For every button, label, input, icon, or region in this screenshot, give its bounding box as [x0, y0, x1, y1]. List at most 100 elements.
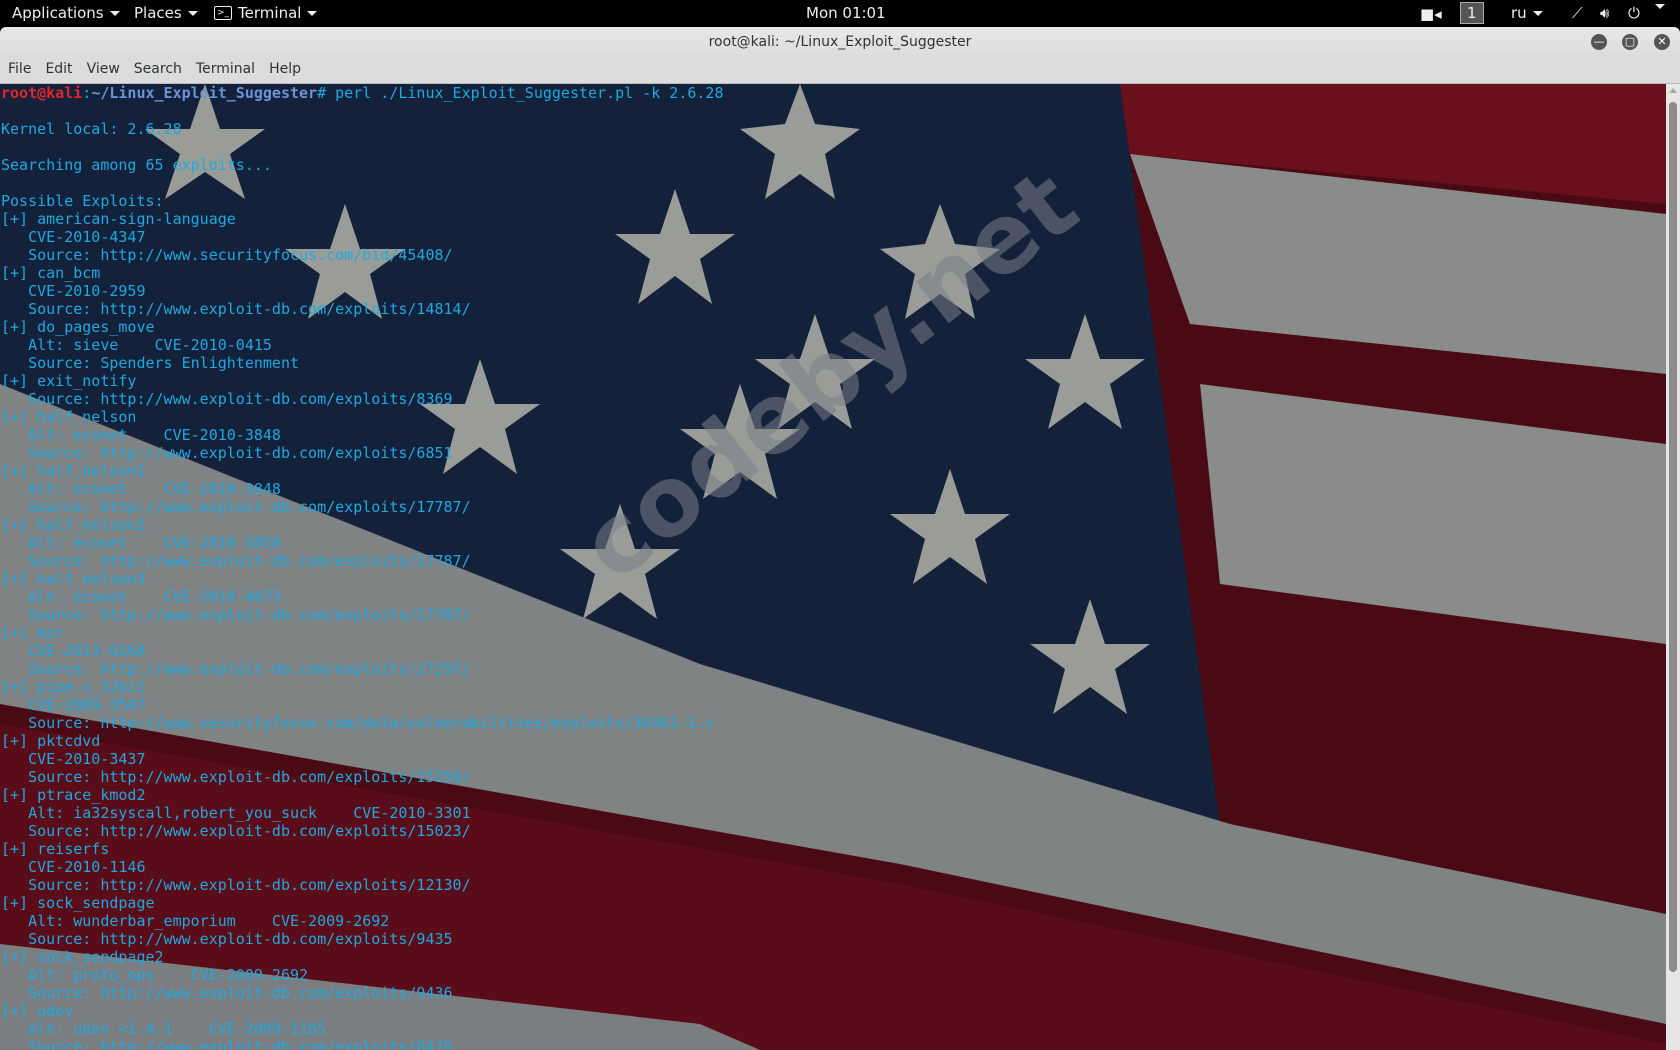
output-line: Source: http://www.exploit-db.com/exploi… — [1, 606, 471, 624]
menu-help[interactable]: Help — [269, 57, 309, 83]
menu-view[interactable]: View — [87, 57, 128, 83]
output-line: CVE-2010-3437 — [1, 750, 146, 768]
output-line: Source: http://www.exploit-db.com/exploi… — [1, 660, 471, 678]
output-line: [+] can_bcm — [1, 264, 101, 282]
prompt-sep: : — [82, 84, 92, 102]
network-wired-icon[interactable]: ⟋ — [1572, 4, 1583, 22]
output-line: [+] sock_sendpage — [1, 894, 155, 912]
volume-icon[interactable]: 🔊︎ — [1600, 4, 1609, 22]
output-line: [+] half_nelson3 — [1, 570, 146, 588]
output-line: CVE-2010-1146 — [1, 858, 146, 876]
menu-file[interactable]: File — [8, 57, 39, 83]
output-line: CVE-2010-4347 — [1, 228, 146, 246]
output-line: Source: http://www.securityfocus.com/bid… — [1, 246, 453, 264]
scrollbar-thumb[interactable] — [1669, 102, 1677, 972]
system-menu-chevron[interactable] — [1655, 4, 1665, 9]
keyboard-label: ru — [1511, 4, 1527, 22]
close-button[interactable]: ✕ — [1654, 34, 1670, 50]
output-line: [+] pktcdvd — [1, 732, 101, 750]
title-bar[interactable]: root@kali: ~/Linux_Exploit_Suggester — ▢… — [0, 27, 1680, 57]
output-line: Source: http://www.exploit-db.com/exploi… — [1, 930, 453, 948]
output-line: Alt: proto_ops CVE-2009-2692 — [1, 966, 309, 984]
menu-search[interactable]: Search — [134, 57, 190, 83]
chevron-down-icon — [109, 10, 120, 16]
prompt-user: root@kali — [1, 84, 83, 102]
output-line: [+] exit_notify — [1, 372, 137, 390]
output-line: Source: Spenders Enlightenment — [1, 354, 300, 372]
output-line: Searching among 65 exploits... — [1, 156, 272, 174]
output-line: Source: http://www.exploit-db.com/exploi… — [1, 498, 471, 516]
places-label: Places — [134, 4, 182, 22]
output-line: Source: http://www.exploit-db.com/exploi… — [1, 984, 453, 1002]
scroll-up-icon[interactable] — [1669, 88, 1677, 93]
output-line: Source: http://www.exploit-db.com/exploi… — [1, 552, 471, 570]
prompt-line: root@kali:~/Linux_Exploit_Suggester# per… — [1, 84, 723, 102]
output-line: Alt: sieve CVE-2010-0415 — [1, 336, 272, 354]
terminal-output-area[interactable]: codeby.net root@kali:~/Linux_Exploit_Sug… — [0, 84, 1666, 1050]
output-line: [+] do_pages_move — [1, 318, 155, 336]
scrollbar[interactable] — [1666, 84, 1680, 1050]
menu-bar: File Edit View Search Terminal Help — [0, 57, 1680, 84]
applications-menu[interactable]: Applications — [12, 4, 120, 22]
prompt-command: perl ./Linux_Exploit_Suggester.pl -k 2.6… — [335, 84, 724, 102]
output-line: Alt: ia32syscall,robert_you_suck CVE-201… — [1, 804, 471, 822]
places-menu[interactable]: Places — [134, 4, 198, 22]
prompt-hash: # — [317, 84, 336, 102]
chevron-down-icon — [1655, 4, 1665, 9]
output-line: Kernel local: 2.6.28 — [1, 120, 182, 138]
output-line: Alt: econet CVE-2010-4073 — [1, 588, 281, 606]
output-line: [+] reiserfs — [1, 840, 110, 858]
output-line: [+] msr — [1, 624, 65, 642]
terminal-text: root@kali:~/Linux_Exploit_Suggester# per… — [1, 84, 723, 1050]
terminal-label: Terminal — [238, 4, 302, 22]
menu-terminal[interactable]: Terminal — [196, 57, 263, 83]
video-camera-icon[interactable]: ■◂ — [1420, 5, 1442, 23]
output-line: Alt: udev <1.4.1 CVE-2009-1185 — [1, 1020, 327, 1038]
output-line: [+] half_nelson2 — [1, 516, 146, 534]
output-line: Alt: econet CVE-2010-3848 — [1, 480, 281, 498]
keyboard-layout[interactable]: ru — [1511, 4, 1543, 22]
prompt-path: ~/Linux_Exploit_Suggester — [91, 84, 318, 102]
terminal-app-menu[interactable]: >_ Terminal — [214, 4, 318, 22]
workspace-indicator[interactable]: 1 — [1460, 2, 1484, 24]
output-line: [+] american-sign-language — [1, 210, 236, 228]
workspace-number: 1 — [1467, 4, 1477, 22]
output-line: Alt: wunderbar_emporium CVE-2009-2692 — [1, 912, 390, 930]
output-line: Source: http://www.securityfocus.com/dat… — [1, 714, 715, 732]
window-title: root@kali: ~/Linux_Exploit_Suggester — [708, 34, 972, 50]
menu-edit[interactable]: Edit — [45, 57, 80, 83]
output-line: CVE-2010-2959 — [1, 282, 146, 300]
minimize-button[interactable]: — — [1591, 34, 1607, 50]
terminal-icon: >_ — [214, 6, 233, 20]
chevron-down-icon — [187, 10, 198, 16]
output-line: Alt: econet CVE-2010-3850 — [1, 534, 281, 552]
output-line: CVE-2013-0268 — [1, 642, 146, 660]
power-icon[interactable]: ⏻ — [1628, 4, 1640, 22]
output-line: Source: http://www.exploit-db.com/exploi… — [1, 822, 471, 840]
output-line: Source: http://www.exploit-db.com/exploi… — [1, 444, 453, 462]
chevron-down-icon — [1532, 10, 1543, 16]
output-line: [+] half_nelson1 — [1, 462, 146, 480]
output-line: [+] ptrace_kmod2 — [1, 786, 146, 804]
applications-label: Applications — [12, 4, 104, 22]
output-line: [+] sock_sendpage2 — [1, 948, 164, 966]
output-line: Source: http://www.exploit-db.com/exploi… — [1, 876, 471, 894]
output-line: Source: http://www.exploit-db.com/exploi… — [1, 768, 471, 786]
output-line: Source: http://www.exploit-db.com/exploi… — [1, 1038, 453, 1050]
output-line: [+] udev — [1, 1002, 74, 1020]
output-line: Source: http://www.exploit-db.com/exploi… — [1, 390, 453, 408]
output-line: Possible Exploits: — [1, 192, 164, 210]
maximize-button[interactable]: ▢ — [1622, 34, 1638, 50]
output-line: [+] half_nelson — [1, 408, 137, 426]
output-line: CVE-2009-3547 — [1, 696, 146, 714]
output-line: Alt: econet CVE-2010-3848 — [1, 426, 281, 444]
output-line: [+] pipe.c_32bit — [1, 678, 146, 696]
top-panel: Applications Places >_ Terminal Mon 01:01… — [0, 0, 1680, 27]
clock[interactable]: Mon 01:01 — [806, 4, 886, 22]
output-line: Source: http://www.exploit-db.com/exploi… — [1, 300, 471, 318]
chevron-down-icon — [307, 10, 318, 16]
clock-label: Mon 01:01 — [806, 4, 886, 22]
